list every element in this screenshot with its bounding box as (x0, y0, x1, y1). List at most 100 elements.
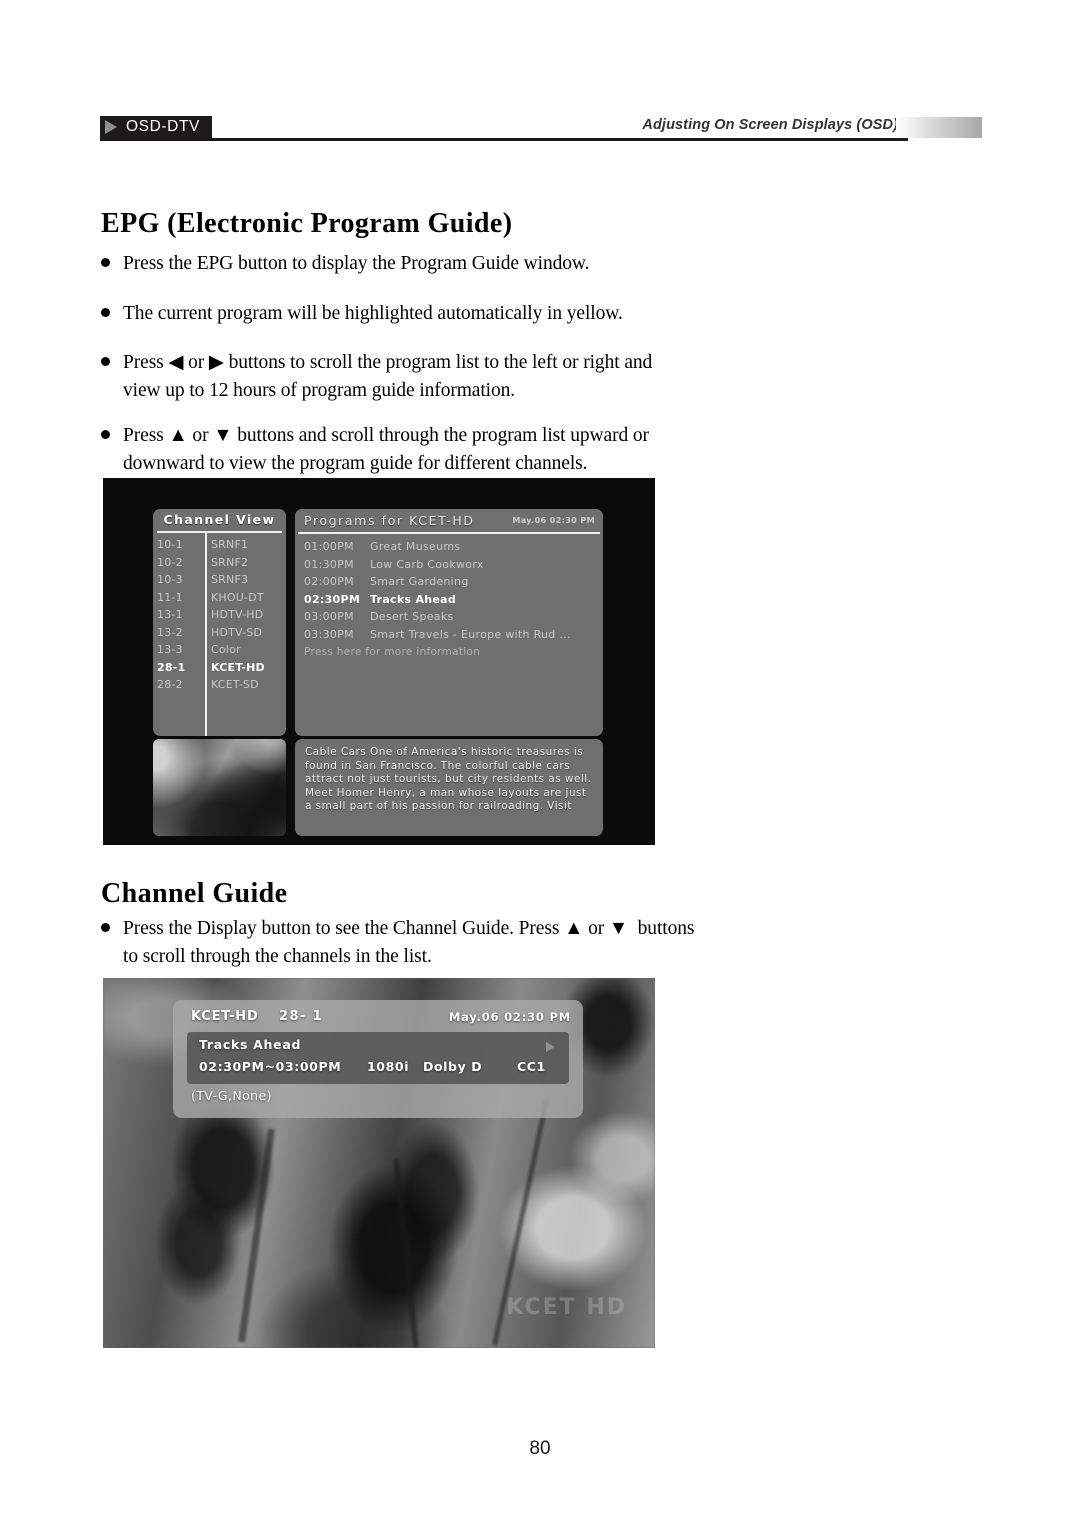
osd-rating: (TV-G,None) (191, 1088, 272, 1103)
channel-row[interactable]: 10-1 SRNF1 (153, 536, 286, 554)
osd-program-title: Tracks Ahead (199, 1037, 302, 1052)
channel-name: SRNF1 (211, 538, 249, 552)
channel-name: KCET-HD (211, 660, 265, 674)
program-description-text: Cable Cars One of America's historic tre… (305, 746, 592, 812)
epg-heading: EPG (Electronic Program Guide) (101, 208, 513, 239)
channel-guide-bullet-1-text: Press the Display button to see the Chan… (123, 918, 695, 967)
programs-rule (298, 532, 600, 534)
program-row[interactable]: 03:30PM Smart Travels - Europe with Rud .… (295, 626, 603, 644)
osd-header-row: KCET-HD 28- 1 May.06 02:30 PM (191, 1009, 571, 1029)
channel-guide-screenshot: KCET HD KCET-HD 28- 1 May.06 02:30 PM Tr… (103, 978, 655, 1348)
channel-guide-bullet-1: Press the Display button to see the Chan… (101, 915, 861, 971)
channel-name: KHOU-DT (211, 590, 264, 604)
channel-row[interactable]: 28-2 KCET-SD (153, 676, 286, 694)
programs-panel: Programs for KCET-HD May.06 02:30 PM 01:… (295, 509, 603, 736)
channel-row[interactable]: 13-1 HDTV-HD (153, 606, 286, 624)
osd-program-band: Tracks Ahead 02:30PM~03:00PM 1080i Dolby… (187, 1032, 569, 1084)
channel-row[interactable]: 10-2 SRNF2 (153, 554, 286, 572)
osd-closed-caption: CC1 (517, 1059, 546, 1074)
osd-time-range: 02:30PM~03:00PM (199, 1059, 342, 1074)
channel-view-panel: Channel View 10-1 SRNF1 10-2 SRNF2 10-3 SRNF3… (153, 509, 286, 736)
osd-datetime: May.06 02:30 PM (448, 1010, 571, 1024)
program-time: 03:30PM (304, 627, 354, 641)
epg-bullet-4: Press ▲ or ▼ buttons and scroll through … (101, 422, 821, 478)
channel-number: 10-2 (157, 555, 183, 569)
program-time: 02:30PM (304, 592, 361, 606)
header-gradient-bar (896, 117, 982, 138)
program-row[interactable]: 01:30PM Low Carb Cookworx (295, 556, 603, 574)
epg-bullet-2-text: The current program will be highlighted … (123, 303, 623, 324)
channel-row[interactable]: 11-1 KHOU-DT (153, 589, 286, 607)
running-header: OSD-DTV Adjusting On Screen Displays (OS… (100, 116, 982, 152)
page-number: 80 (529, 1438, 551, 1459)
bullet-dot-icon (101, 250, 114, 267)
epg-bullet-3: Press ◀ or ▶ buttons to scroll the progr… (101, 349, 821, 405)
bullet-dot-icon (101, 422, 114, 439)
channel-view-title: Channel View (163, 512, 276, 527)
bullet-dot-icon (101, 300, 114, 317)
bullet-dot-icon (101, 915, 114, 932)
program-name: Great Museums (370, 540, 461, 554)
osd-resolution: 1080i (367, 1059, 410, 1074)
channel-number: 13-2 (157, 625, 183, 639)
program-name: Tracks Ahead (370, 592, 457, 606)
channel-number: 10-1 (157, 538, 183, 552)
channel-guide-osd-banner: KCET-HD 28- 1 May.06 02:30 PM Tracks Ahe… (173, 1000, 583, 1118)
program-description-panel: Cable Cars One of America's historic tre… (295, 739, 603, 836)
channel-number: 13-3 (157, 643, 183, 657)
program-time: 01:00PM (304, 540, 354, 554)
next-program-arrow-icon[interactable] (546, 1042, 555, 1052)
header-tab: OSD-DTV (100, 116, 212, 138)
epg-bullet-2: The current program will be highlighted … (101, 300, 801, 328)
channel-number: 28-1 (157, 660, 186, 674)
program-name: Smart Gardening (370, 575, 469, 589)
header-rule (100, 138, 908, 141)
channel-guide-heading: Channel Guide (101, 878, 288, 909)
channel-name: KCET-SD (211, 678, 259, 692)
channel-name: SRNF3 (211, 573, 249, 587)
epg-preview-image (153, 739, 286, 836)
bullet-dot-icon (101, 349, 114, 366)
program-row[interactable]: 02:00PM Smart Gardening (295, 573, 603, 591)
epg-bullet-1: Press the EPG button to display the Prog… (101, 250, 801, 278)
channel-list[interactable]: 10-1 SRNF1 10-2 SRNF2 10-3 SRNF3 11-1 KHOU-DT 13… (153, 536, 286, 694)
channel-number: 13-1 (157, 608, 183, 622)
program-list[interactable]: 01:00PM Great Museums 01:30PM Low Carb Cook… (295, 538, 603, 661)
channel-number: 11-1 (157, 590, 183, 604)
triangle-right-icon (105, 120, 117, 134)
osd-audio-format: Dolby D (423, 1059, 483, 1074)
more-information-hint[interactable]: Press here for more information (295, 643, 603, 661)
program-row[interactable]: 02:30PM Tracks Ahead (295, 591, 603, 609)
epg-bullet-3-text: Press ◀ or ▶ buttons to scroll the progr… (123, 352, 653, 401)
program-row[interactable]: 03:00PM Desert Speaks (295, 608, 603, 626)
channel-name: HDTV-HD (211, 608, 264, 622)
programs-title: Programs for KCET-HD (304, 513, 475, 528)
programs-header: Programs for KCET-HD May.06 02:30 PM (295, 509, 603, 533)
epg-clock: May.06 02:30 PM (512, 516, 595, 525)
epg-bullet-1-text: Press the EPG button to display the Prog… (123, 253, 590, 274)
channel-name: SRNF2 (211, 555, 249, 569)
station-watermark: KCET HD (506, 1295, 627, 1320)
manual-page: OSD-DTV Adjusting On Screen Displays (OS… (0, 0, 1080, 1534)
epg-bullet-4-text: Press ▲ or ▼ buttons and scroll through … (123, 425, 649, 474)
program-time: 02:00PM (304, 575, 354, 589)
program-row[interactable]: 01:00PM Great Museums (295, 538, 603, 556)
channel-number: 10-3 (157, 573, 183, 587)
channel-name: Color (211, 643, 241, 657)
osd-channel-number: 28- 1 (279, 1009, 324, 1024)
channel-row[interactable]: 13-2 HDTV-SD (153, 624, 286, 642)
channel-row[interactable]: 28-1 KCET-HD (153, 659, 286, 677)
epg-preview-thumbnail (153, 739, 286, 836)
epg-screenshot: Channel View 10-1 SRNF1 10-2 SRNF2 10-3 SRNF3… (103, 478, 655, 845)
channel-view-rule (157, 531, 282, 533)
program-name: Low Carb Cookworx (370, 557, 484, 571)
program-name: Desert Speaks (370, 610, 454, 624)
channel-row[interactable]: 10-3 SRNF3 (153, 571, 286, 589)
program-time: 03:00PM (304, 610, 354, 624)
program-name: Smart Travels - Europe with Rud ... (370, 627, 571, 641)
osd-program-meta: 02:30PM~03:00PM 1080i Dolby D CC1 (199, 1059, 559, 1079)
header-section-title: Adjusting On Screen Displays (OSD) (642, 117, 898, 133)
header-tab-label: OSD-DTV (126, 118, 200, 135)
channel-name: HDTV-SD (211, 625, 263, 639)
channel-row[interactable]: 13-3 Color (153, 641, 286, 659)
